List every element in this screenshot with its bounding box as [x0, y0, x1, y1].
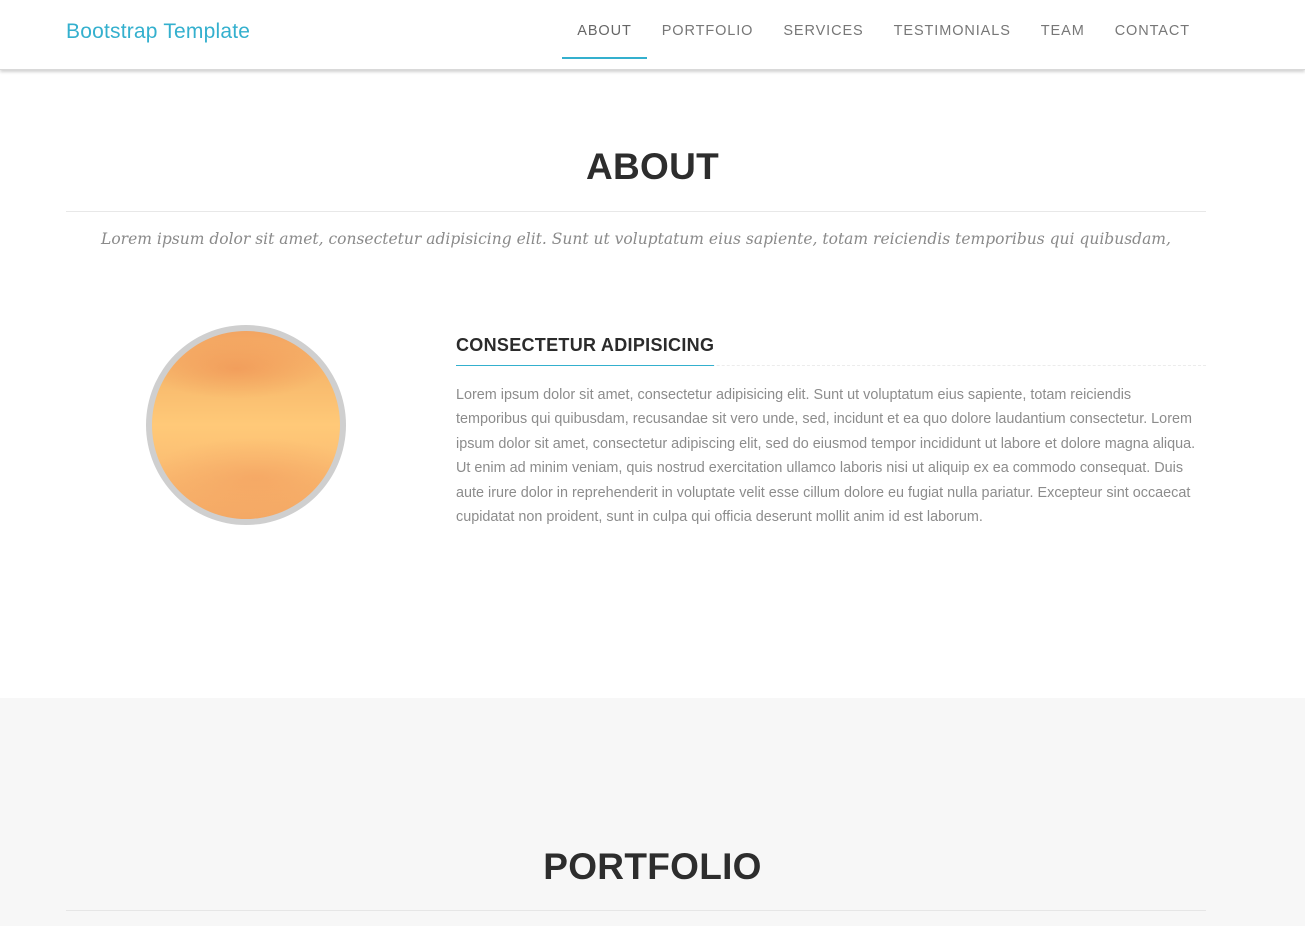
content-heading-row: CONSECTETUR ADIPISICING [456, 332, 1206, 366]
about-lead: Lorem ipsum dolor sit amet, consectetur … [101, 230, 1171, 248]
about-divider [66, 211, 1206, 212]
nav-item-team[interactable]: TEAM [1026, 0, 1100, 70]
content-body: Lorem ipsum dolor sit amet, consectetur … [456, 387, 1196, 526]
about-image [152, 331, 340, 519]
nav-item-testimonials[interactable]: TESTIMONIALS [879, 0, 1026, 70]
portfolio-section: PORTFOLIO [0, 698, 1305, 926]
content-title: CONSECTETUR ADIPISICING [456, 332, 715, 366]
portfolio-title: PORTFOLIO [543, 846, 762, 887]
navbar: Bootstrap Template ABOUT PORTFOLIO SERVI… [0, 0, 1305, 70]
about-section: ABOUT Lorem ipsum dolor sit amet, consec… [0, 70, 1305, 698]
brand-link[interactable]: Bootstrap Template [66, 20, 250, 44]
nav-item-contact[interactable]: CONTACT [1100, 0, 1205, 70]
about-image-frame [146, 325, 346, 525]
about-title: ABOUT [585, 146, 720, 187]
about-content: CONSECTETUR ADIPISICING Lorem ipsum dolo… [456, 332, 1206, 529]
nav-item-services[interactable]: SERVICES [768, 0, 878, 70]
nav-item-about[interactable]: ABOUT [562, 0, 648, 70]
main-nav: ABOUT PORTFOLIO SERVICES TESTIMONIALS TE… [562, 0, 1205, 70]
portfolio-divider [66, 910, 1206, 911]
nav-item-portfolio[interactable]: PORTFOLIO [647, 0, 769, 70]
